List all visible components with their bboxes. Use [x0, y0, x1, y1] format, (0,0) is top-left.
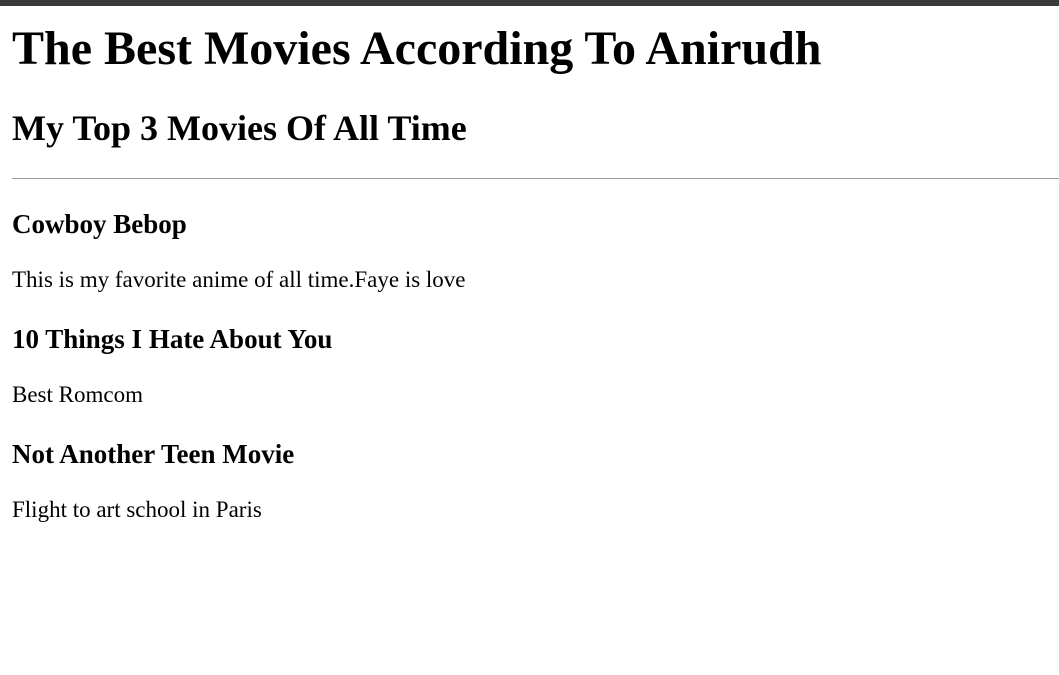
movie-description: Best Romcom: [12, 382, 143, 407]
movie-title: Cowboy Bebop: [12, 209, 187, 239]
section-divider: [12, 178, 1059, 179]
page-title: The Best Movies According To Anirudh: [12, 22, 822, 75]
browser-top-edge: [0, 0, 1059, 6]
movie-description: This is my favorite anime of all time.Fa…: [12, 267, 466, 292]
page-subtitle: My Top 3 Movies Of All Time: [12, 108, 467, 148]
movie-title: Not Another Teen Movie: [12, 439, 295, 469]
movie-item: Cowboy Bebop This is my favorite anime o…: [12, 209, 466, 292]
movie-item: 10 Things I Hate About You Best Romcom: [12, 324, 333, 407]
movie-item: Not Another Teen Movie Flight to art sch…: [12, 439, 295, 522]
movie-title: 10 Things I Hate About You: [12, 324, 333, 354]
movie-description: Flight to art school in Paris: [12, 497, 262, 522]
